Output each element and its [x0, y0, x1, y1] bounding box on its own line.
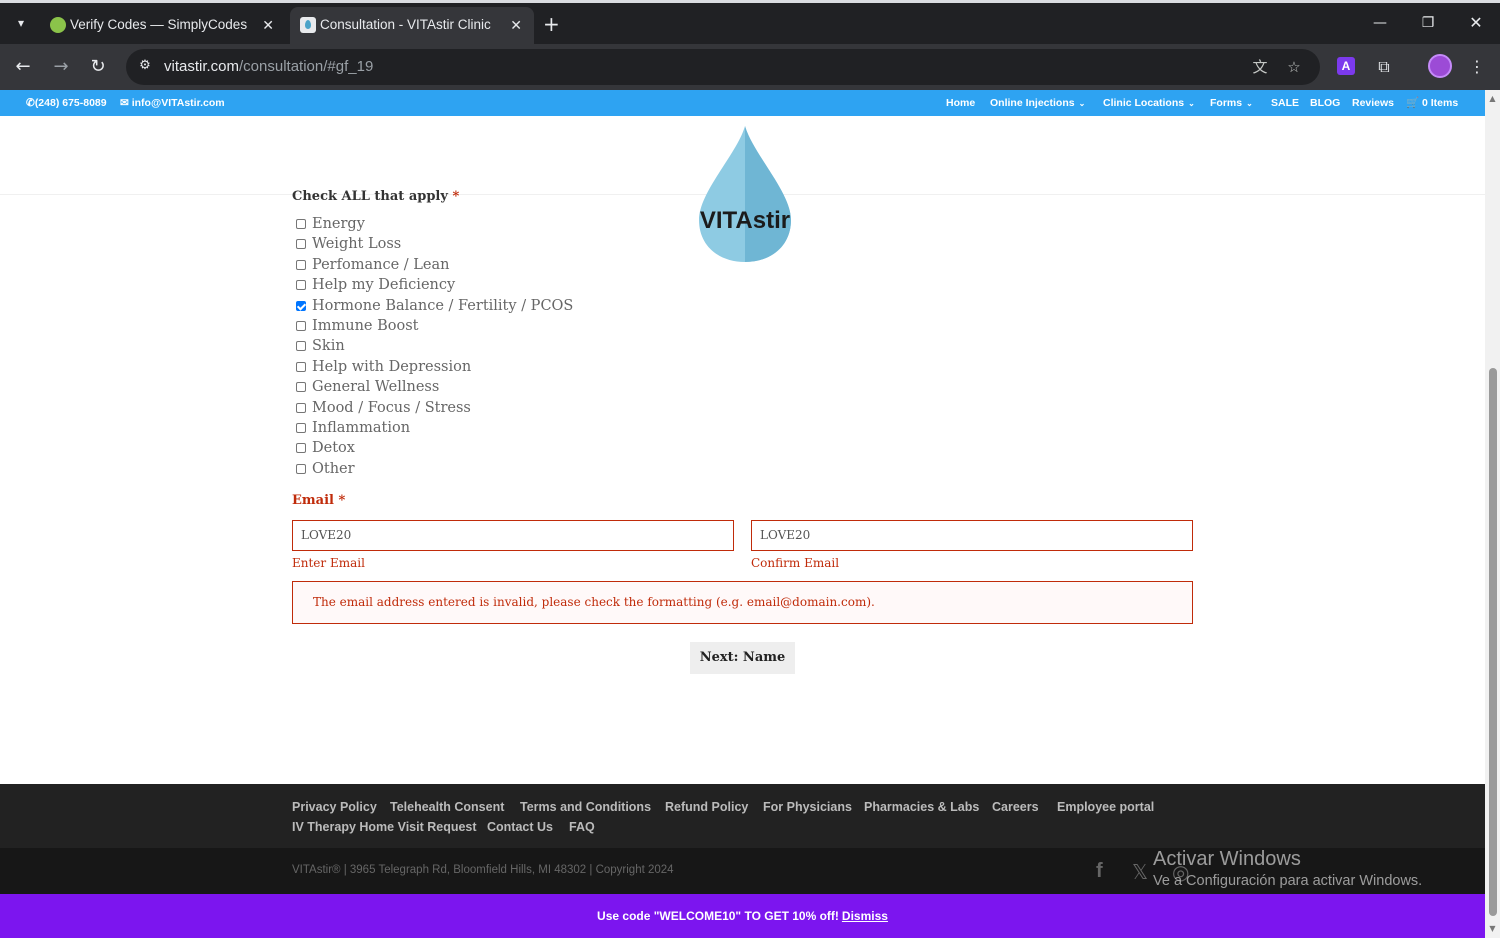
extensions-puzzle-icon[interactable]: ⧉	[1373, 56, 1395, 78]
footer-link-contact[interactable]: Contact Us	[487, 820, 553, 834]
reload-icon[interactable]: ↻	[86, 55, 110, 79]
checkbox[interactable]	[296, 362, 306, 372]
checkbox[interactable]	[296, 219, 306, 229]
chevron-down-icon: ⌄	[1078, 99, 1086, 108]
bookmark-star-icon[interactable]: ☆	[1284, 57, 1304, 77]
confirm-email-input[interactable]: LOVE20	[751, 520, 1193, 551]
restore-icon[interactable]: ❐	[1418, 13, 1438, 33]
site-info-tune-icon[interactable]: ⚙	[136, 57, 154, 75]
minimize-icon[interactable]: —	[1370, 13, 1390, 33]
email-input[interactable]: LOVE20	[292, 520, 734, 551]
dismiss-link[interactable]: Dismiss	[842, 909, 888, 923]
promo-text: Use code "WELCOME10" TO GET 10% off!	[597, 909, 839, 923]
extension-a-icon[interactable]: A	[1337, 57, 1355, 75]
footer-link-privacy[interactable]: Privacy Policy	[292, 800, 377, 814]
checkbox[interactable]	[296, 403, 306, 413]
address-bar[interactable]: ⚙ vitastir.com/consultation/#gf_19 文 ☆	[126, 49, 1320, 85]
nav-blog[interactable]: BLOG	[1310, 90, 1340, 116]
checkbox[interactable]	[296, 321, 306, 331]
tab-search-chevron-down-icon[interactable]: ▾	[8, 11, 34, 35]
tab-consultation[interactable]: Consultation - VITAstir Clinic ✕	[290, 7, 534, 45]
nav-home[interactable]: Home	[946, 90, 975, 116]
url-text[interactable]: vitastir.com/consultation/#gf_19	[164, 49, 373, 85]
site-topbar: ✆(248) 675-8089 ✉ info@VITAstir.com Home…	[0, 90, 1485, 116]
email-label: Email *	[292, 493, 346, 508]
vitastir-favicon-icon	[300, 17, 316, 33]
email-link[interactable]: ✉ info@VITAstir.com	[120, 90, 225, 116]
x-icon[interactable]: 𝕏	[1132, 860, 1148, 884]
nav-reviews[interactable]: Reviews	[1352, 90, 1394, 116]
scroll-thumb[interactable]	[1489, 368, 1497, 916]
back-icon[interactable]: ←	[11, 55, 35, 79]
footer-link-refund[interactable]: Refund Policy	[665, 800, 748, 814]
footer-link-pharmacies[interactable]: Pharmacies & Labs	[864, 800, 979, 814]
translate-icon[interactable]: 文	[1250, 57, 1270, 77]
checkbox[interactable]	[296, 464, 306, 474]
checkbox[interactable]	[296, 341, 306, 351]
checkbox-group-label: Check ALL that apply *	[292, 189, 460, 204]
checkbox[interactable]	[296, 301, 306, 311]
confirm-email-sublabel: Confirm Email	[751, 556, 840, 570]
cart-link[interactable]: 🛒 0 Items	[1406, 90, 1458, 116]
logo-text: VITAstir	[700, 207, 790, 234]
footer-nav: Privacy Policy Telehealth Consent Terms …	[0, 784, 1485, 848]
chevron-down-icon: ⌄	[1246, 99, 1253, 108]
email-validation-error: The email address entered is invalid, pl…	[292, 581, 1193, 624]
forward-icon[interactable]: →	[49, 55, 73, 79]
page-scrollbar[interactable]: ▲ ▼	[1485, 90, 1500, 938]
windows-activation-watermark: Activar Windows Ve a Configuración para …	[1153, 848, 1423, 889]
footer-link-telehealth[interactable]: Telehealth Consent	[390, 800, 504, 814]
vitastir-logo[interactable]: VITAstir	[697, 124, 793, 264]
window-close-icon[interactable]: ✕	[1466, 13, 1486, 33]
close-tab-icon[interactable]: ✕	[510, 7, 522, 43]
tab-simplycodes[interactable]: Verify Codes — SimplyCodes ✕	[40, 7, 286, 45]
browser-tab-bar: ▾ Verify Codes — SimplyCodes ✕ Consultat…	[0, 0, 1500, 45]
footer-link-physicians[interactable]: For Physicians	[763, 800, 852, 814]
checkbox[interactable]	[296, 443, 306, 453]
tab-title: Verify Codes — SimplyCodes	[70, 17, 248, 32]
next-name-button[interactable]: Next: Name	[690, 642, 795, 674]
checkbox[interactable]	[296, 423, 306, 433]
cart-icon: 🛒	[1406, 97, 1420, 109]
nav-forms[interactable]: Forms ⌄	[1210, 90, 1253, 117]
phone-link[interactable]: ✆(248) 675-8089	[26, 90, 107, 116]
footer-link-careers[interactable]: Careers	[992, 800, 1039, 814]
browser-toolbar: ← → ↻ ⚙ vitastir.com/consultation/#gf_19…	[0, 44, 1500, 90]
footer-link-employee-portal[interactable]: Employee portal	[1057, 800, 1154, 814]
nav-sale[interactable]: SALE	[1271, 90, 1299, 116]
promo-banner: Use code "WELCOME10" TO GET 10% off! Dism…	[0, 894, 1485, 938]
footer-link-faq[interactable]: FAQ	[569, 820, 595, 834]
footer-link-iv-therapy[interactable]: IV Therapy Home Visit Request	[292, 820, 477, 834]
nav-clinic-locations[interactable]: Clinic Locations ⌄	[1103, 90, 1195, 117]
simplycodes-favicon-icon	[50, 17, 66, 33]
copyright-text: VITAstir® | 3965 Telegraph Rd, Bloomfiel…	[292, 864, 674, 876]
scroll-up-icon[interactable]: ▲	[1488, 94, 1497, 103]
tab-title: Consultation - VITAstir Clinic	[320, 17, 491, 32]
profile-avatar[interactable]	[1428, 54, 1452, 78]
checkbox[interactable]	[296, 239, 306, 249]
close-tab-icon[interactable]: ✕	[262, 7, 274, 43]
new-tab-plus-icon[interactable]: +	[543, 12, 560, 36]
checkbox[interactable]	[296, 260, 306, 270]
scroll-down-icon[interactable]: ▼	[1488, 924, 1497, 933]
email-sublabel: Enter Email	[292, 556, 365, 570]
kebab-menu-icon[interactable]: ⋮	[1466, 56, 1488, 78]
checkbox[interactable]	[296, 280, 306, 290]
checkbox[interactable]	[296, 382, 306, 392]
chevron-down-icon: ⌄	[1188, 99, 1195, 108]
nav-online-injections[interactable]: Online Injections ⌄	[990, 90, 1085, 117]
facebook-icon[interactable]: f	[1096, 860, 1103, 883]
footer-link-terms[interactable]: Terms and Conditions	[520, 800, 651, 814]
